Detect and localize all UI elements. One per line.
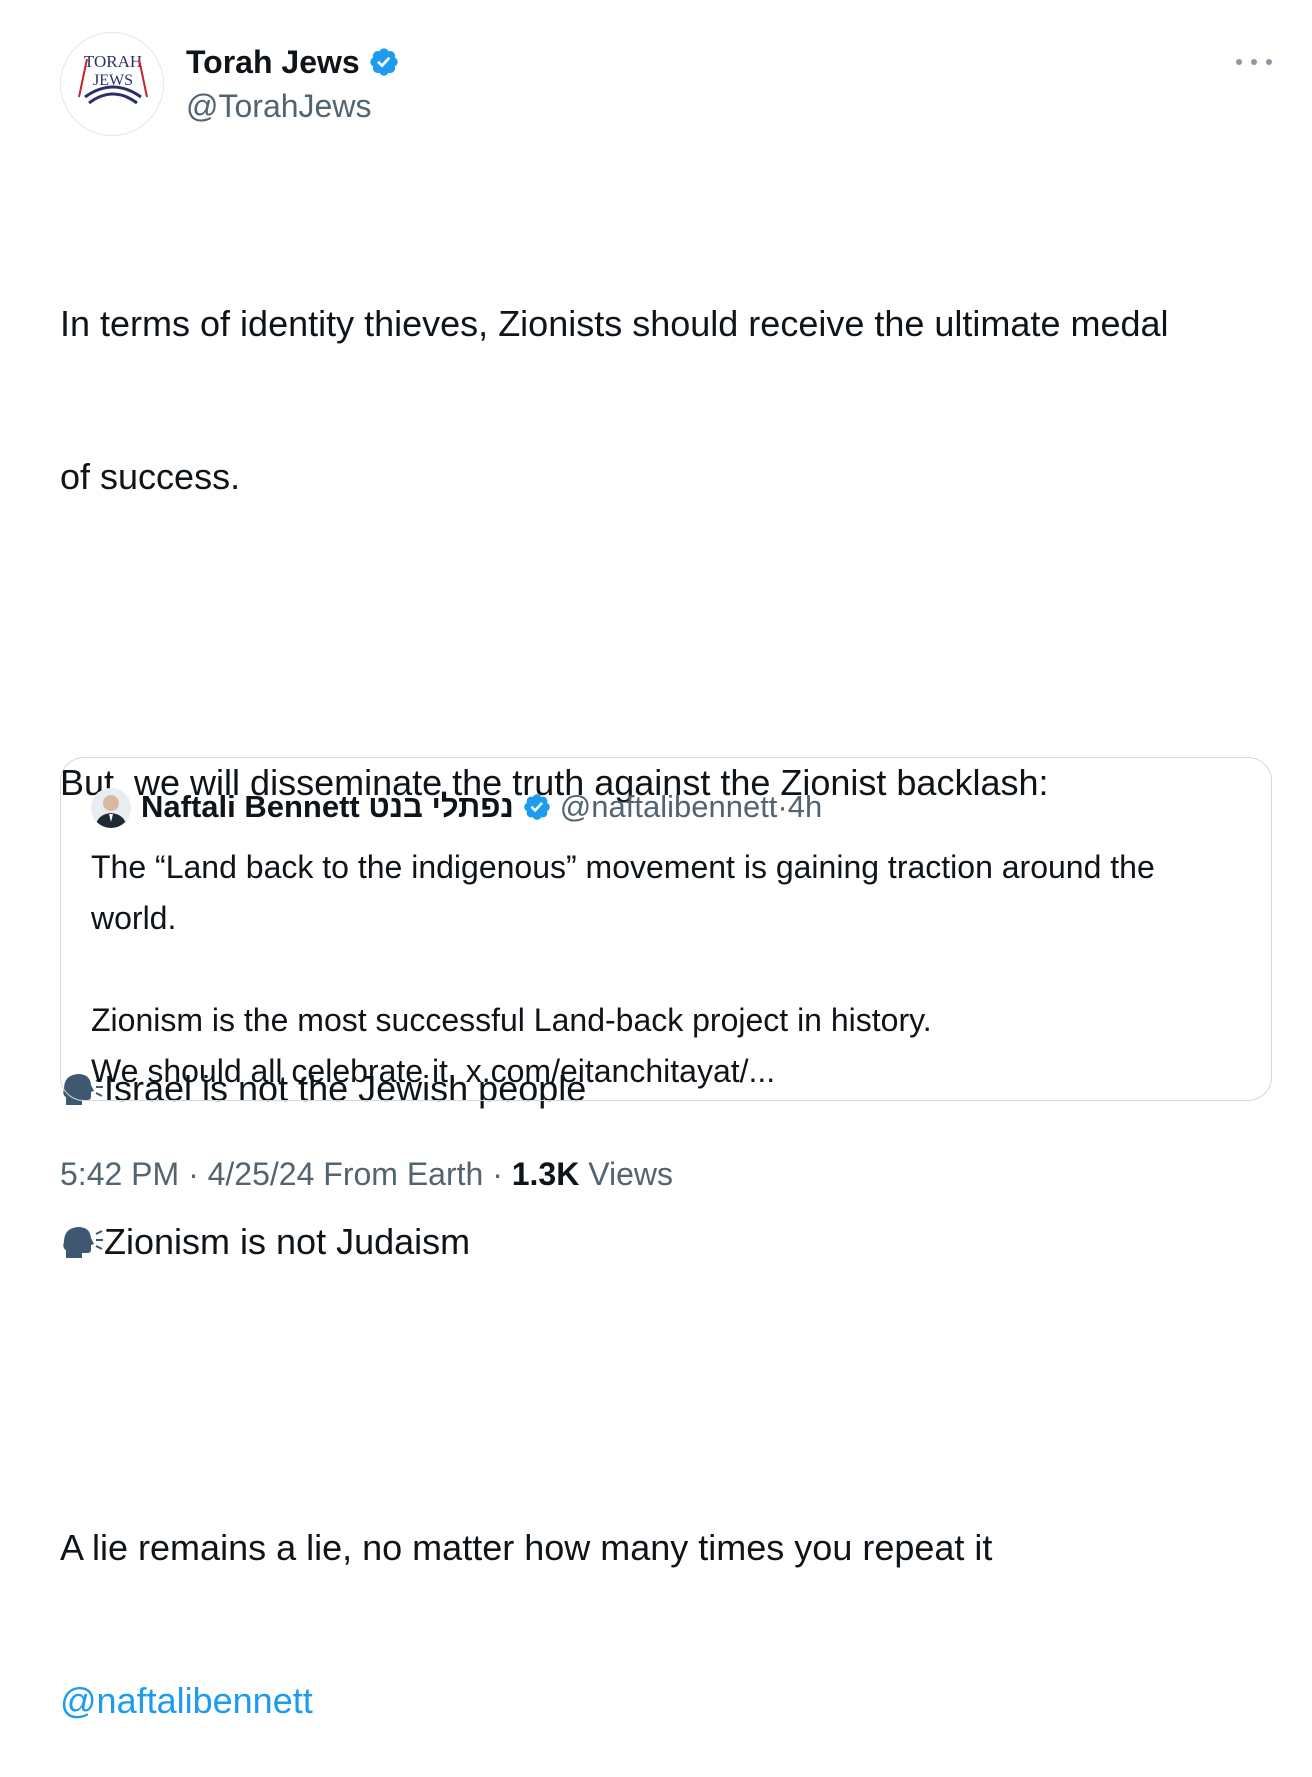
dot — [1251, 59, 1257, 65]
quoted-author-name[interactable]: Naftali Bennett נפתלי בנט — [141, 786, 514, 828]
quoted-line: Zionism is the most successful Land-back… — [91, 1002, 932, 1038]
quoted-author-avatar[interactable] — [91, 788, 131, 828]
mention-link[interactable]: @naftalibennett — [60, 1675, 1260, 1726]
post-date[interactable]: 4/25/24 — [208, 1156, 315, 1192]
bullet-text: Zionism is not Judaism — [104, 1221, 471, 1262]
tweet-line: of success. — [60, 456, 241, 497]
dot — [1266, 59, 1272, 65]
tweet-line: In terms of identity thieves, Zionists s… — [60, 303, 1169, 344]
logo-text-top: TORAH — [84, 52, 142, 71]
tweet-line: A lie remains a lie, no matter how many … — [60, 1527, 993, 1568]
avatar-image — [91, 788, 131, 828]
torah-jews-logo: TORAH JEWS — [78, 52, 148, 105]
more-options-icon[interactable] — [1236, 50, 1272, 74]
views-label: Views — [588, 1156, 673, 1192]
views-count: 1.3K — [511, 1156, 580, 1192]
author-name-text: Torah Jews — [186, 44, 360, 80]
author-name[interactable]: Torah Jews — [186, 42, 400, 82]
quoted-line: world. — [91, 900, 177, 936]
quoted-header: Naftali Bennett נפתלי בנט @naftalibennet… — [141, 786, 822, 828]
quoted-author-handle[interactable]: @naftalibennett — [560, 786, 778, 828]
separator-dot: · — [492, 1156, 503, 1192]
dot — [1236, 59, 1242, 65]
verified-badge-icon — [523, 794, 550, 820]
separator-dot: · — [188, 1156, 199, 1192]
verified-badge-icon — [370, 48, 398, 76]
quoted-text: The “Land back to the indigenous” moveme… — [91, 844, 1251, 1099]
post-source: From Earth — [323, 1156, 484, 1192]
quoted-tweet[interactable]: Naftali Bennett נפתלי בנט @naftalibennet… — [60, 757, 1272, 1101]
speaking-head-icon — [63, 1227, 103, 1258]
author-handle[interactable]: @TorahJews — [186, 86, 371, 126]
post-time[interactable]: 5:42 PM — [60, 1156, 179, 1192]
quoted-line: The “Land back to the indigenous” moveme… — [91, 849, 1155, 885]
tweet-meta: 5:42 PM · 4/25/24 From Earth · 1.3K View… — [60, 1152, 673, 1196]
quoted-line: We should all celebrate it. x.com/eitanc… — [91, 1053, 776, 1089]
author-avatar[interactable]: TORAH JEWS — [60, 32, 164, 136]
separator-dot: · — [777, 789, 788, 824]
quoted-timestamp[interactable]: 4h — [788, 786, 822, 828]
